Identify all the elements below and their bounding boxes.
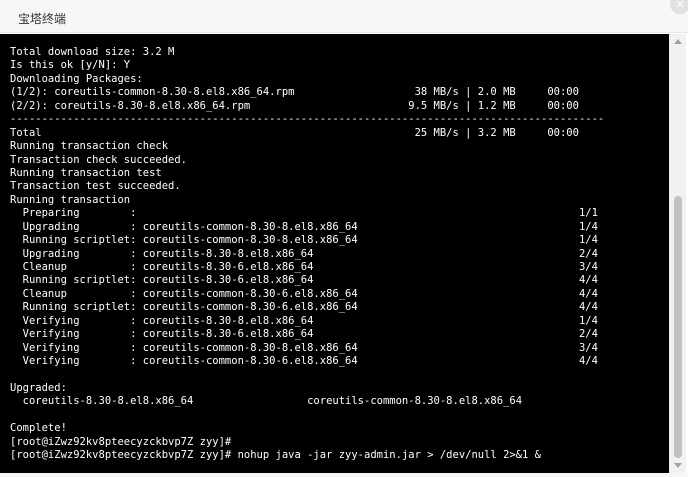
- terminal-line: Running scriptlet: coreutils-common-8.30…: [10, 234, 598, 247]
- terminal-line: Running scriptlet: coreutils-common-8.30…: [10, 301, 598, 314]
- terminal-line: Transaction test succeeded.: [10, 180, 181, 193]
- terminal-line: Running transaction: [10, 193, 131, 206]
- terminal-line: (1/2): coreutils-common-8.30-8.el8.x86_6…: [10, 86, 579, 99]
- terminal-line: Is this ok [y/N]: Y: [10, 59, 131, 72]
- terminal-line: Total download size: 3.2 M: [10, 46, 175, 58]
- terminal-line: coreutils-8.30-8.el8.x86_64 coreutils-co…: [10, 395, 523, 408]
- terminal-line: Transaction check succeeded.: [10, 153, 188, 166]
- scroll-down-arrow-icon[interactable]: [674, 463, 682, 468]
- terminal-line: Verifying : coreutils-common-8.30-6.el8.…: [10, 355, 598, 368]
- terminal-screen[interactable]: Total download size: 3.2 M Is this ok [y/…: [0, 34, 669, 473]
- terminal-line: Verifying : coreutils-common-8.30-8.el8.…: [10, 341, 598, 354]
- terminal-line: [root@iZwz92kv8pteecyzckbvp7Z zyy]# nohu…: [10, 449, 542, 462]
- scroll-up-arrow-icon[interactable]: [674, 39, 682, 44]
- window-titlebar: 宝塔终端: [0, 0, 688, 33]
- terminal-line: Cleanup : coreutils-common-8.30-6.el8.x8…: [10, 287, 598, 300]
- window-bottom-edge: [0, 473, 688, 477]
- window-title: 宝塔终端: [18, 12, 67, 26]
- terminal-line: Cleanup : coreutils-8.30-6.el8.x86_64 3/…: [10, 261, 598, 273]
- terminal-line: Upgraded:: [10, 381, 67, 394]
- terminal-scrollbar[interactable]: [669, 34, 686, 473]
- terminal-line: Verifying : coreutils-8.30-8.el8.x86_64 …: [10, 314, 598, 327]
- terminal-line: ----------------------------------------…: [10, 113, 605, 126]
- terminal-line: (2/2): coreutils-8.30-8.el8.x86_64.rpm 9…: [10, 99, 579, 112]
- terminal-line: Total 25 MB/s | 3.2 MB 00:00: [10, 126, 579, 139]
- terminal-line: Running scriptlet: coreutils-8.30-6.el8.…: [10, 274, 598, 287]
- terminal-line: Verifying : coreutils-8.30-6.el8.x86_64 …: [10, 328, 598, 341]
- terminal-line: Upgrading : coreutils-8.30-8.el8.x86_64 …: [10, 247, 598, 260]
- terminal-line: Running transaction check: [10, 140, 169, 153]
- terminal-output: Total download size: 3.2 M Is this ok [y/…: [10, 46, 604, 463]
- close-icon: ×: [674, 0, 686, 11]
- terminal-line: Preparing : 1/1: [10, 207, 598, 220]
- scrollbar-thumb[interactable]: [674, 196, 682, 458]
- terminal-line: Complete!: [10, 422, 67, 435]
- terminal-line: Downloading Packages:: [10, 72, 143, 85]
- terminal-line: [root@iZwz92kv8pteecyzckbvp7Z zyy]#: [10, 435, 232, 448]
- terminal-line: Running transaction test: [10, 166, 162, 179]
- terminal-line: Upgrading : coreutils-common-8.30-8.el8.…: [10, 220, 598, 233]
